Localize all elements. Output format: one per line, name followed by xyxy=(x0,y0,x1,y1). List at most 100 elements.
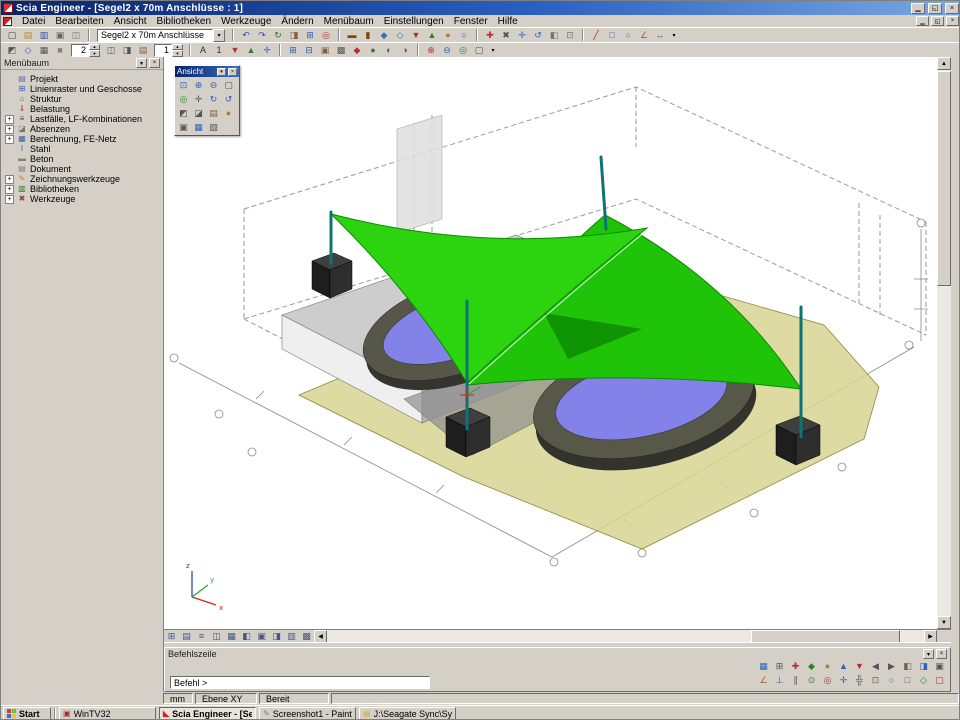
command-tool-button[interactable]: ● xyxy=(820,660,835,673)
menu-item[interactable]: Hilfe xyxy=(493,16,523,27)
toolbar-icon-button[interactable]: ◐ xyxy=(381,44,397,57)
scroll-down-icon[interactable]: ▼ xyxy=(937,616,951,629)
toolbar-icon-button[interactable]: ↔ xyxy=(652,29,668,42)
mdi-minimize-button[interactable]: ▁ xyxy=(916,16,929,26)
toolbar-icon-button[interactable]: ○ xyxy=(620,29,636,42)
close-button[interactable]: × xyxy=(945,3,959,14)
viewport-tool-button[interactable]: ⊞ xyxy=(164,630,179,642)
view-tool-button[interactable]: ▦ xyxy=(191,120,206,134)
toolbar-icon-button[interactable]: ⊕ xyxy=(423,44,439,57)
view-tool-button[interactable]: ↻ xyxy=(206,92,221,106)
palette-collapse-icon[interactable]: ▾ xyxy=(217,68,226,76)
toolbar-icon-button[interactable]: ⊞ xyxy=(302,29,318,42)
taskbar-task[interactable]: ✎ Screenshot1 - Paint xyxy=(259,707,356,720)
tree-expander[interactable]: + xyxy=(5,175,14,184)
horizontal-scroll-thumb[interactable] xyxy=(751,630,900,643)
toolbar-icon-button[interactable]: ▩ xyxy=(333,44,349,57)
toolbar-icon-button[interactable]: ◇ xyxy=(392,29,408,42)
ansicht-palette[interactable]: Ansicht ▾ × ⊡⊕⊖▢◎✛↻↺◩◪▤●▣▦▧ xyxy=(174,65,240,136)
tree-expander[interactable]: + xyxy=(5,135,14,144)
view-tool-button[interactable]: ↺ xyxy=(221,92,236,106)
snap-tool-button[interactable]: ✛ xyxy=(836,674,851,687)
anchor-block[interactable] xyxy=(776,416,820,465)
toolbar-icon-button[interactable]: ⊡ xyxy=(562,29,578,42)
toolbar-icon-button[interactable]: ↺ xyxy=(530,29,546,42)
toolbar-icon-button[interactable]: □ xyxy=(604,29,620,42)
toolbar-icon-button[interactable]: ▬ xyxy=(344,29,360,42)
command-tool-button[interactable]: ✚ xyxy=(788,660,803,673)
viewport-tool-button[interactable]: ▦ xyxy=(224,630,239,642)
toolbar-icon-button[interactable]: ◨ xyxy=(119,44,135,57)
mdi-restore-button[interactable]: ◱ xyxy=(931,16,944,26)
view-tool-button[interactable]: ◩ xyxy=(176,106,191,120)
snap-tool-button[interactable]: ⊡ xyxy=(868,674,883,687)
menu-item[interactable]: Ansicht xyxy=(109,16,152,27)
view-tool-button[interactable]: ▤ xyxy=(206,106,221,120)
snap-tool-button[interactable]: ∠ xyxy=(756,674,771,687)
start-button[interactable]: Start xyxy=(3,707,51,720)
tree-item[interactable]: ▤ Projekt xyxy=(1,74,163,84)
command-tool-button[interactable]: ▣ xyxy=(932,660,947,673)
panel-pin-icon[interactable]: ▾ xyxy=(923,649,934,659)
ansicht-palette-titlebar[interactable]: Ansicht ▾ × xyxy=(175,66,239,77)
toolbar-icon-button[interactable]: ▢ xyxy=(471,44,487,57)
tree-expander[interactable]: + xyxy=(5,185,14,194)
toolbar-icon-button[interactable]: ◆ xyxy=(349,44,365,57)
toolbar-icon-button[interactable]: ▼ xyxy=(227,44,243,57)
toolbar-icon-button[interactable]: ▣ xyxy=(52,29,68,42)
toolbar-icon-button[interactable]: ● xyxy=(440,29,456,42)
tree-expander[interactable]: + xyxy=(5,125,14,134)
view-tool-button[interactable]: ▧ xyxy=(206,120,221,134)
toolbar-overflow-icon[interactable]: ▾ xyxy=(669,29,679,42)
toolbar-icon-button[interactable]: 1 xyxy=(211,44,227,57)
toolbar-icon-button[interactable]: ◫ xyxy=(68,29,84,42)
menu-item[interactable]: Bearbeiten xyxy=(50,16,108,27)
tree-item[interactable]: + ✎ Zeichnungswerkzeuge xyxy=(1,174,163,184)
toolbar-icon-button[interactable]: ○ xyxy=(456,29,472,42)
palette-close-icon[interactable]: × xyxy=(228,68,237,76)
view-tool-button[interactable]: ✛ xyxy=(191,92,206,106)
combo-dropdown-icon[interactable]: ▾ xyxy=(213,29,225,42)
toolbar-icon-button[interactable]: ▦ xyxy=(36,44,52,57)
menu-item[interactable]: Bibliotheken xyxy=(152,16,216,27)
toolbar-icon-button[interactable]: ⊞ xyxy=(285,44,301,57)
panel-close-icon[interactable]: × xyxy=(936,649,947,659)
tree-item[interactable]: ▬ Beton xyxy=(1,154,163,164)
toolbar-icon-button[interactable]: ↷ xyxy=(254,29,270,42)
viewport-tool-button[interactable]: ▣ xyxy=(254,630,269,642)
toolbar-icon-button[interactable]: A xyxy=(195,44,211,57)
tree-item[interactable]: I Stahl xyxy=(1,144,163,154)
spinner-down-icon[interactable]: ▼ xyxy=(89,50,100,57)
command-tool-button[interactable]: ◀ xyxy=(868,660,883,673)
status-plane[interactable]: Ebene XY xyxy=(195,693,257,704)
toolbar-icon-button[interactable]: ◇ xyxy=(20,44,36,57)
command-tool-button[interactable]: ◧ xyxy=(900,660,915,673)
command-tool-button[interactable]: ◨ xyxy=(916,660,931,673)
scroll-left-icon[interactable]: ◀ xyxy=(314,630,327,643)
toolbar-icon-button[interactable]: ◩ xyxy=(4,44,20,57)
viewport-tool-button[interactable]: ≡ xyxy=(194,630,209,642)
command-tool-button[interactable]: ▦ xyxy=(756,660,771,673)
viewport-tool-button[interactable]: ◫ xyxy=(209,630,224,642)
snap-tool-button[interactable]: ⊙ xyxy=(804,674,819,687)
scale-spinner-1[interactable]: 2 ▲▼ xyxy=(71,44,100,57)
project-combo-value[interactable]: Segel2 x 70m Anschlüsse xyxy=(97,29,213,42)
spinner-value[interactable]: 2 xyxy=(71,44,89,57)
menu-item[interactable]: Ändern xyxy=(276,16,318,27)
toolbar-icon-button[interactable]: ◫ xyxy=(103,44,119,57)
view-tool-button[interactable]: ▢ xyxy=(221,78,236,92)
panel-close-icon[interactable]: × xyxy=(149,58,160,68)
command-tool-button[interactable]: ▲ xyxy=(836,660,851,673)
mdi-close-button[interactable]: × xyxy=(946,16,959,26)
tree-expander[interactable]: + xyxy=(5,195,14,204)
toolbar-icon-button[interactable]: ⊟ xyxy=(301,44,317,57)
toolbar-icon-button[interactable]: ✚ xyxy=(482,29,498,42)
tree-item[interactable]: + ◪ Absenzen xyxy=(1,124,163,134)
horizontal-scroll-track[interactable] xyxy=(327,630,924,643)
command-tool-button[interactable]: ⊞ xyxy=(772,660,787,673)
snap-tool-button[interactable]: ◎ xyxy=(820,674,835,687)
snap-tool-button[interactable]: ⊥ xyxy=(772,674,787,687)
snap-tool-button[interactable]: □ xyxy=(900,674,915,687)
title-bar[interactable]: Scia Engineer - [Segel2 x 70m Anschlüsse… xyxy=(1,1,960,15)
tree-item[interactable]: ⇓ Belastung xyxy=(1,104,163,114)
